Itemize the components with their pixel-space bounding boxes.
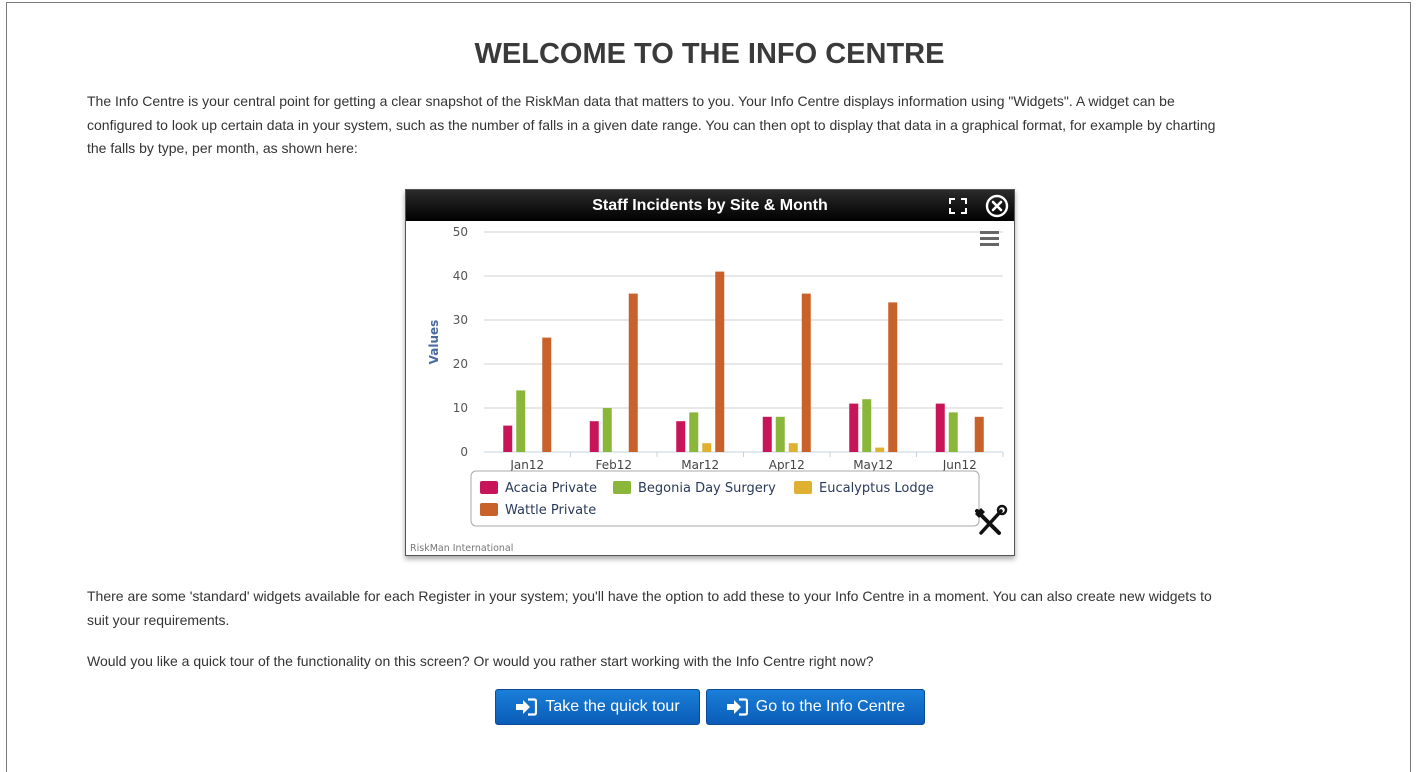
bar — [602, 408, 612, 452]
chart-widget: Staff Incidents by Site & Month 0 10 20 30 4… — [405, 189, 1015, 556]
legend-item: Wattle Private — [505, 503, 596, 518]
bar — [849, 403, 859, 452]
grid-lines — [484, 231, 1004, 457]
legend-item: Eucalyptus Lodge — [819, 481, 934, 496]
y-tick-label: 50 — [453, 225, 468, 239]
bar — [542, 337, 552, 452]
y-tick-labels: 0 10 20 30 40 50 — [453, 225, 468, 459]
bar — [702, 443, 712, 452]
x-tick-label: Feb12 — [595, 458, 632, 472]
standard-widgets-paragraph: There are some 'standard' widgets availa… — [87, 585, 1337, 632]
widget-title: Staff Incidents by Site & Month — [592, 197, 828, 214]
intro-line: The Info Centre is your central point fo… — [87, 93, 1175, 109]
x-tick-label: May12 — [853, 458, 893, 472]
y-tick-label: 40 — [453, 269, 468, 283]
y-tick-label: 10 — [453, 401, 468, 415]
bar — [935, 403, 945, 452]
expand-icon[interactable] — [947, 196, 969, 216]
bar — [862, 399, 872, 452]
x-tick-labels: Jan12 Feb12 Mar12 Apr12 May12 Jun12 — [509, 458, 976, 472]
chart-credit: RiskMan International — [410, 543, 513, 554]
bar — [948, 412, 958, 452]
y-axis-label: Values — [427, 320, 441, 365]
widget-header: Staff Incidents by Site & Month — [406, 190, 1014, 221]
bar — [888, 302, 898, 452]
bar — [589, 421, 599, 452]
intro-paragraph: The Info Centre is your central point fo… — [87, 90, 1337, 161]
legend-item: Acacia Private — [505, 481, 597, 496]
bar — [875, 447, 885, 452]
menu-icon[interactable] — [980, 231, 999, 246]
bars — [503, 271, 984, 452]
bar — [788, 443, 798, 452]
x-tick-label: Apr12 — [769, 458, 805, 472]
intro-line: the falls by type, per month, as shown h… — [87, 140, 358, 156]
bar-chart: 0 10 20 30 40 50 Values Jan12 Feb12 Mar12 Apr12 M… — [410, 225, 1008, 554]
bar — [503, 425, 513, 452]
y-tick-label: 0 — [460, 445, 468, 459]
x-tick-label: Jan12 — [509, 458, 544, 472]
legend-item: Begonia Day Surgery — [638, 481, 776, 496]
y-tick-label: 30 — [453, 313, 468, 327]
bar — [775, 416, 785, 452]
page-title: WELCOME TO THE INFO CENTRE — [474, 38, 945, 70]
legend-swatch — [794, 481, 812, 494]
standard-line: suit your requirements. — [87, 611, 230, 628]
bar — [628, 293, 638, 452]
standard-line: There are some 'standard' widgets availa… — [87, 588, 1212, 604]
sign-in-icon — [726, 698, 748, 716]
go-to-info-centre-button[interactable]: Go to the Info Centre — [706, 689, 925, 725]
bar — [689, 412, 699, 452]
bar — [762, 416, 772, 452]
y-tick-label: 20 — [453, 357, 468, 371]
take-tour-button[interactable]: Take the quick tour — [495, 689, 700, 725]
bar — [974, 416, 984, 452]
x-tick-label: Jun12 — [942, 458, 977, 472]
legend-swatch — [480, 503, 498, 516]
intro-line: configured to look up certain data in yo… — [87, 116, 1216, 133]
x-tick-label: Mar12 — [681, 458, 719, 472]
bar — [715, 271, 725, 452]
tour-question: Would you like a quick tour of the funct… — [87, 653, 874, 669]
bar — [516, 390, 526, 452]
legend-swatch — [613, 481, 631, 494]
take-tour-label: Take the quick tour — [545, 698, 680, 715]
bar — [801, 293, 811, 452]
legend-swatch — [480, 481, 498, 494]
sign-in-icon — [516, 698, 538, 716]
bar — [676, 421, 686, 452]
close-icon[interactable] — [985, 194, 1009, 218]
tools-icon[interactable] — [975, 504, 1008, 535]
go-to-info-centre-label: Go to the Info Centre — [755, 698, 906, 715]
